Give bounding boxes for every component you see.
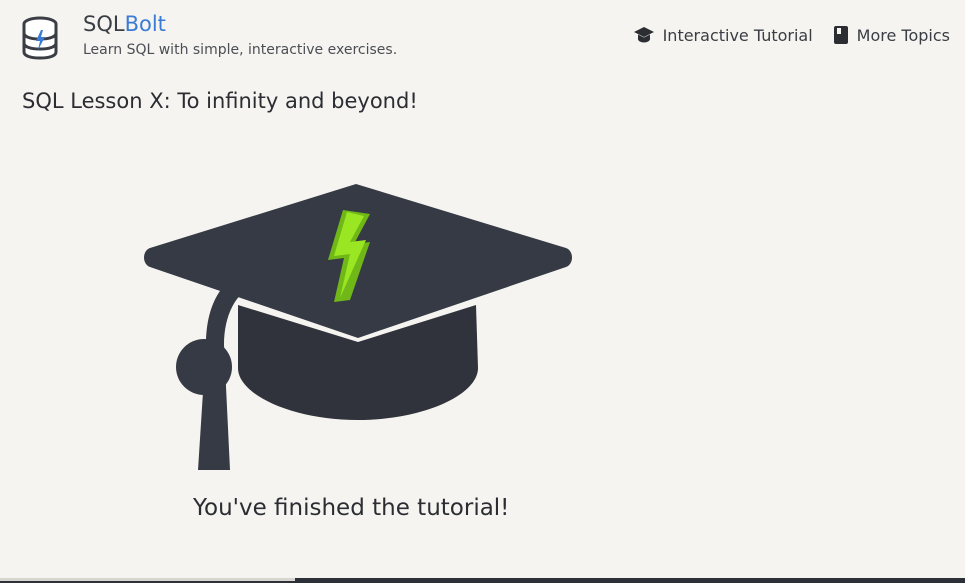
bottom-bar [0,578,965,583]
nav-more-topics[interactable]: More Topics [833,25,950,45]
brand-title[interactable]: SQLBolt [83,11,166,37]
book-icon [833,26,848,44]
brand-tagline: Learn SQL with simple, interactive exerc… [83,42,398,58]
graduation-cap-bolt-icon [144,184,572,470]
site-header: SQLBolt Learn SQL with simple, interacti… [0,0,965,70]
top-nav: Interactive Tutorial More Topics [633,25,950,45]
brand-suffix: Bolt [124,12,166,36]
database-bolt-icon[interactable] [20,16,60,60]
graduation-cap-icon [633,27,654,43]
completion-message: You've finished the tutorial! [193,495,510,521]
lesson-title: SQL Lesson X: To infinity and beyond! [22,89,418,113]
nav-interactive-tutorial[interactable]: Interactive Tutorial [633,26,813,45]
nav-more-topics-label: More Topics [856,25,950,45]
page: SQLBolt Learn SQL with simple, interacti… [0,0,965,583]
brand-prefix: SQL [83,12,125,36]
nav-interactive-tutorial-label: Interactive Tutorial [662,25,813,45]
